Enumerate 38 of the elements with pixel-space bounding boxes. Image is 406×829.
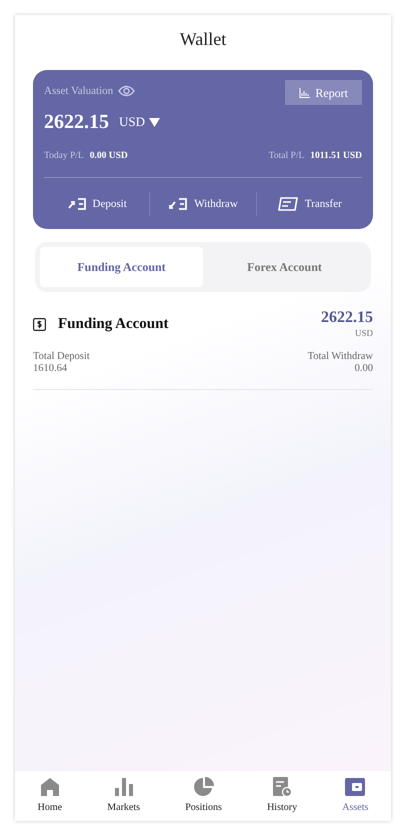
today-pl-value: 0.00 USD xyxy=(90,150,128,163)
bar-chart-icon xyxy=(114,777,134,797)
total-withdraw-value: 0.00 xyxy=(354,362,373,375)
nav-tab[interactable]: Home xyxy=(38,777,62,815)
nav-tab[interactable]: Markets xyxy=(107,777,140,815)
wallet-icon xyxy=(345,777,366,797)
action-button[interactable]: Transfer xyxy=(276,192,342,216)
total-withdraw-label: Total Withdraw xyxy=(308,350,373,363)
action-button[interactable]: Deposit xyxy=(66,192,127,216)
action-button[interactable]: Withdraw xyxy=(168,192,238,216)
account-balance: 2622.15 xyxy=(321,309,373,328)
bar-chart-icon xyxy=(299,88,310,98)
deposit-icon xyxy=(66,196,87,212)
total-deposit-label: Total Deposit xyxy=(33,350,90,363)
account-tab[interactable]: Forex Account xyxy=(203,247,366,288)
page-title: Wallet xyxy=(180,28,226,50)
report-button[interactable]: Report xyxy=(285,80,362,105)
nav-tab[interactable]: History xyxy=(267,777,298,815)
eye-icon[interactable] xyxy=(118,85,136,98)
pie-chart-icon xyxy=(194,777,214,797)
card-icon xyxy=(276,196,299,212)
document-clock-icon xyxy=(272,777,292,797)
today-pl-label: Today P/L xyxy=(44,150,84,163)
total-pl-label: Total P/L xyxy=(268,150,304,163)
nav-tab[interactable]: Positions xyxy=(185,777,222,815)
nav-tab[interactable]: Assets xyxy=(342,777,368,815)
balance-currency: USD xyxy=(354,327,373,340)
home-icon xyxy=(40,777,60,797)
total-amount: 2622.15 xyxy=(44,110,109,135)
caret-icon xyxy=(149,118,160,126)
currency-dropdown[interactable]: USD xyxy=(119,112,160,132)
total-deposit-value: 1610.64 xyxy=(33,362,68,375)
dollar-icon xyxy=(33,318,46,331)
withdraw-icon xyxy=(168,196,188,212)
asset-valuation-label: Asset Valuation xyxy=(44,84,114,99)
account-name: Funding Account xyxy=(58,315,168,334)
total-pl-value: 1011.51 USD xyxy=(310,150,362,163)
account-tab[interactable]: Funding Account xyxy=(40,247,203,288)
